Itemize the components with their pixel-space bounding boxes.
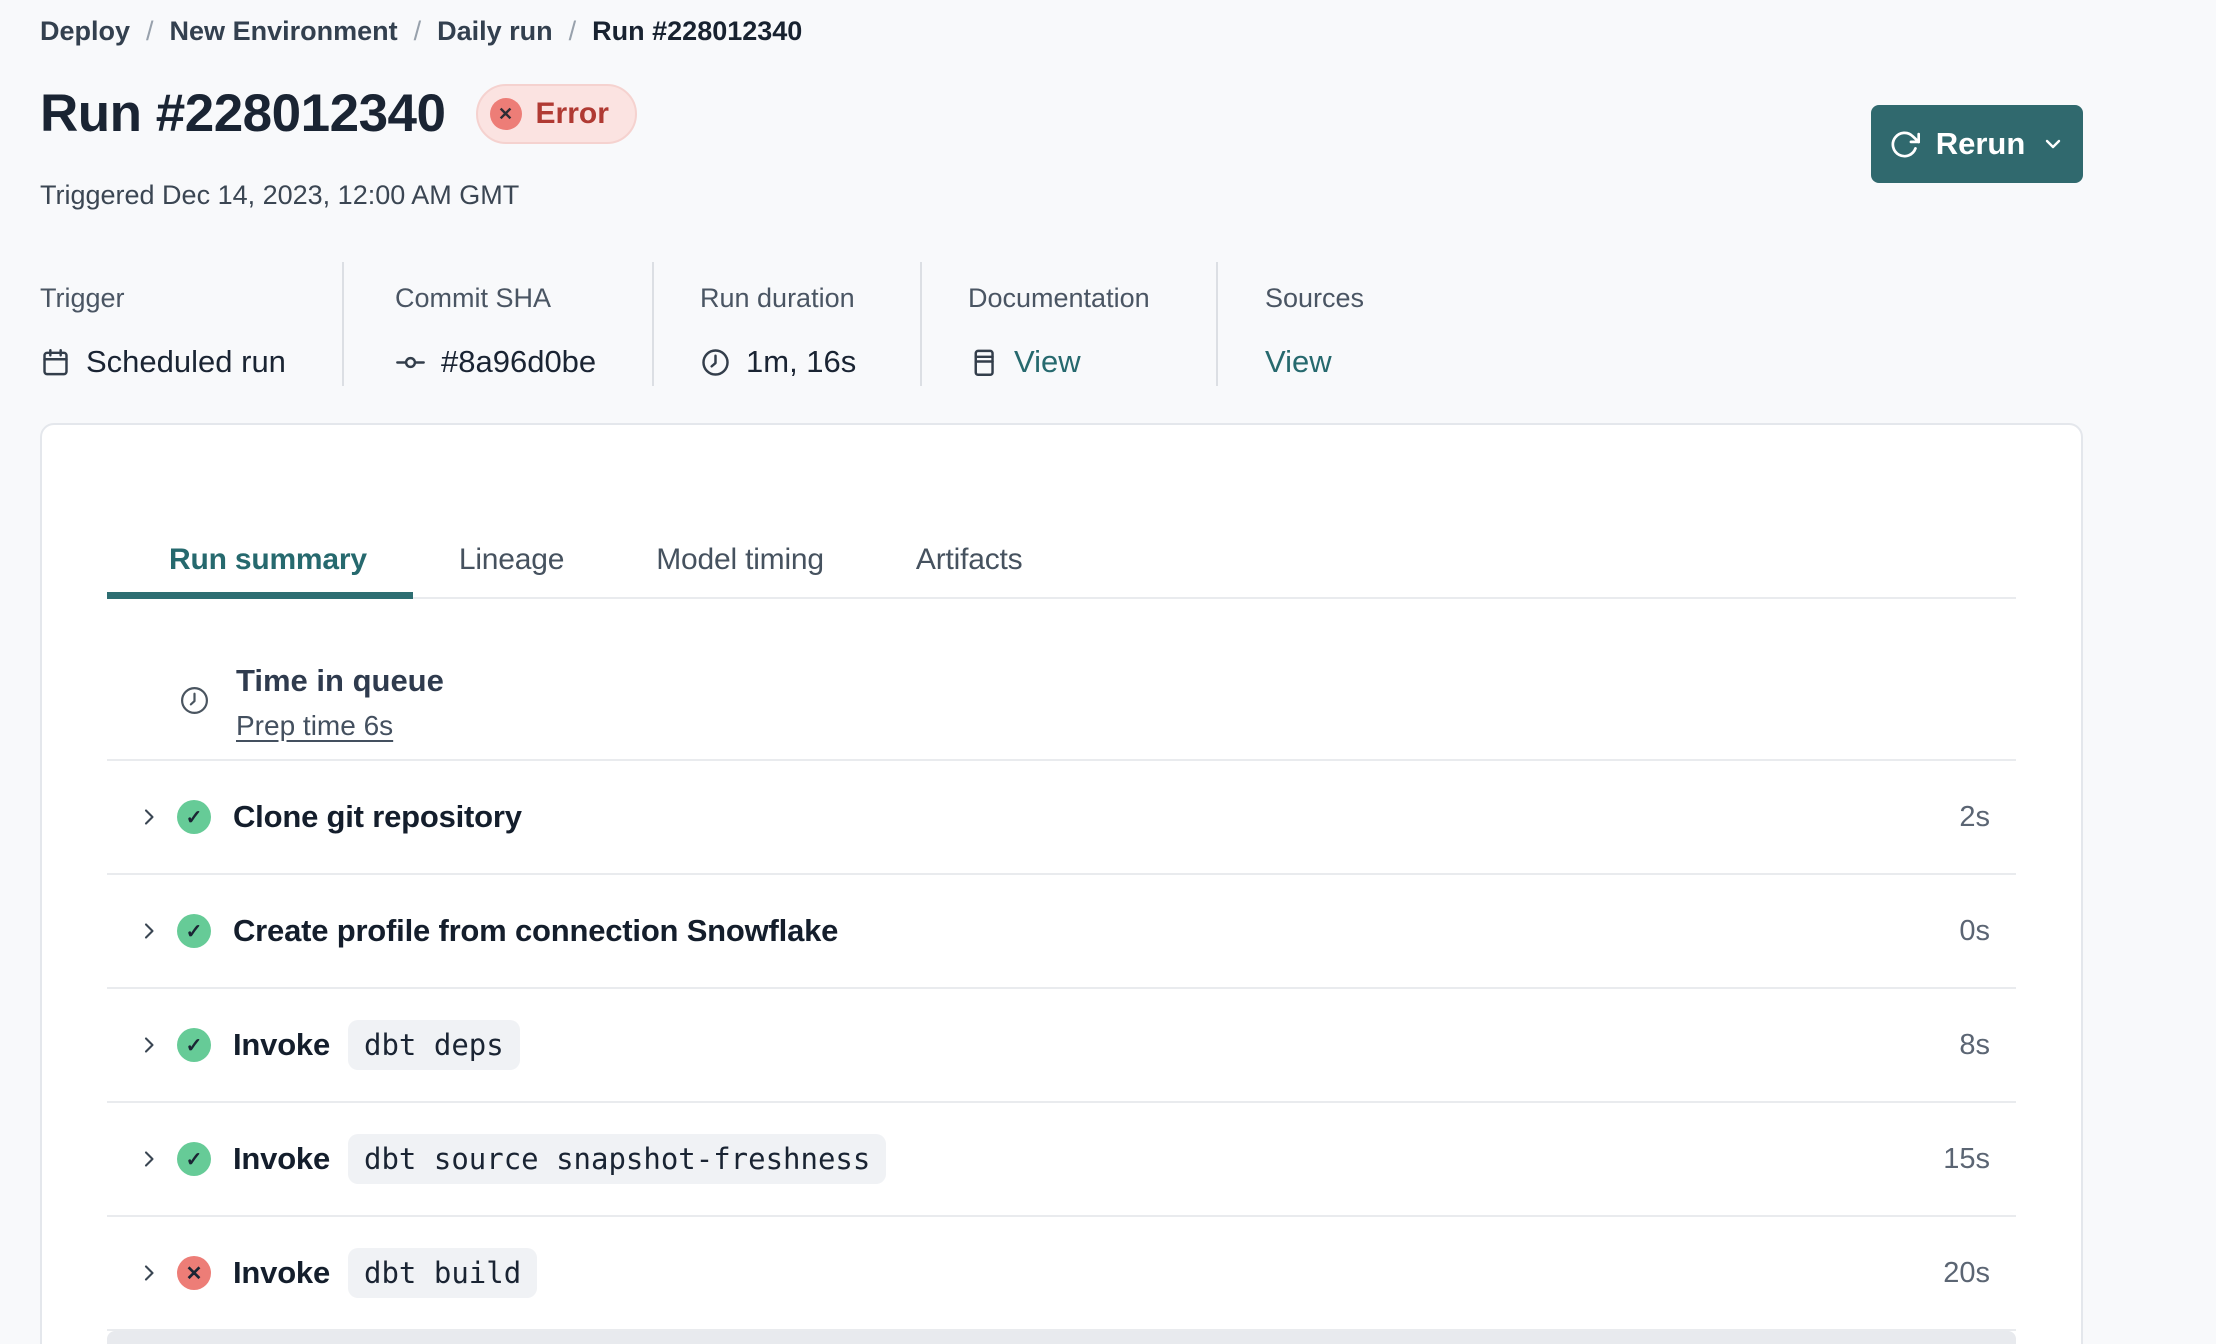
step-row-dbt-source-freshness[interactable]: Invoke dbt source snapshot-freshness 15s (107, 1103, 2016, 1217)
step-label: Clone git repository (233, 799, 522, 834)
step-duration: 8s (1959, 1028, 1990, 1061)
tab-bar: Run summary Lineage Model timing Artifac… (107, 543, 2016, 599)
tab-lineage[interactable]: Lineage (413, 543, 610, 597)
clock-icon (181, 687, 208, 714)
step-row-create-profile[interactable]: Create profile from connection Snowflake… (107, 875, 2016, 989)
meta-trigger: Trigger Scheduled run (40, 262, 342, 386)
step-command-chip: dbt build (348, 1248, 538, 1298)
run-detail-page: Deploy / New Environment / Daily run / R… (0, 0, 2216, 1344)
meta-documentation-label: Documentation (968, 283, 1150, 313)
breadcrumb-current-run: Run #228012340 (592, 16, 803, 46)
title-row: Run #228012340 Error (40, 84, 637, 144)
step-label: Invoke (233, 1255, 331, 1290)
step-duration: 0s (1959, 914, 1990, 947)
document-icon (974, 349, 994, 376)
step-label: Invoke (233, 1141, 331, 1176)
meta-trigger-label: Trigger (40, 283, 125, 313)
step-row-clone-git[interactable]: Clone git repository 2s (107, 761, 2016, 875)
step-label: Invoke (233, 1027, 331, 1062)
rerun-button-label: Rerun (1935, 126, 2026, 161)
step-duration: 20s (1943, 1256, 1990, 1289)
breadcrumb-separator: / (413, 16, 422, 46)
run-meta-row: Trigger Scheduled run Commit SHA #8a96d0… (40, 262, 1536, 386)
meta-commit-sha: Commit SHA #8a96d0be (342, 262, 652, 386)
chevron-right-icon[interactable] (137, 918, 161, 944)
run-summary-card: Run summary Lineage Model timing Artifac… (40, 423, 2083, 1344)
check-circle-icon (177, 1142, 211, 1176)
breadcrumb-job[interactable]: Daily run (437, 16, 553, 47)
page-title: Run #228012340 (40, 83, 446, 143)
chevron-right-icon[interactable] (137, 1260, 161, 1286)
calendar-icon (43, 348, 68, 375)
meta-documentation: Documentation View (920, 262, 1216, 386)
step-row-dbt-deps[interactable]: Invoke dbt deps 8s (107, 989, 2016, 1103)
breadcrumb-environment[interactable]: New Environment (170, 16, 398, 47)
chevron-right-icon[interactable] (137, 1146, 161, 1172)
error-x-icon (489, 98, 522, 130)
step-row-dbt-build[interactable]: Invoke dbt build 20s (107, 1217, 2016, 1331)
meta-commit-value: #8a96d0be (441, 344, 597, 379)
breadcrumb-deploy[interactable]: Deploy (40, 16, 130, 47)
meta-duration-value: 1m, 16s (746, 344, 857, 379)
tab-artifacts[interactable]: Artifacts (870, 543, 1069, 597)
meta-sources-label: Sources (1265, 283, 1365, 313)
meta-run-duration: Run duration 1m, 16s (652, 262, 920, 386)
time-in-queue-section: Time in queue Prep time 6s (107, 599, 2016, 761)
clock-icon (702, 348, 729, 376)
step-label: Create profile from connection Snowflake (233, 913, 839, 948)
check-circle-icon (177, 914, 211, 948)
breadcrumb: Deploy / New Environment / Daily run / R… (40, 16, 802, 47)
prep-time-link[interactable]: Prep time 6s (236, 710, 393, 742)
status-badge-label: Error (535, 97, 609, 130)
triggered-timestamp: Triggered Dec 14, 2023, 12:00 AM GMT (40, 180, 520, 210)
step-command-chip: dbt deps (348, 1020, 520, 1070)
tab-model-timing[interactable]: Model timing (610, 543, 870, 597)
meta-commit-label: Commit SHA (395, 283, 552, 313)
chevron-down-icon (2046, 139, 2061, 149)
rerun-button[interactable]: Rerun (1871, 105, 2083, 183)
chevron-right-icon[interactable] (137, 804, 161, 830)
rotate-cw-icon (1891, 131, 1920, 157)
time-in-queue-title: Time in queue (236, 663, 444, 698)
x-circle-icon (177, 1256, 211, 1290)
git-commit-icon (396, 356, 425, 368)
step-duration: 2s (1959, 800, 1990, 833)
meta-trigger-value: Scheduled run (86, 344, 286, 379)
next-section-top-edge (107, 1331, 2016, 1344)
tab-run-summary[interactable]: Run summary (107, 543, 413, 599)
chevron-right-icon[interactable] (137, 1032, 161, 1058)
sources-view-link[interactable]: View (1265, 344, 1332, 380)
documentation-view-link[interactable]: View (1014, 344, 1081, 380)
step-command-chip: dbt source snapshot-freshness (348, 1134, 887, 1184)
check-circle-icon (177, 800, 211, 834)
meta-sources: Sources View (1216, 262, 1536, 386)
check-circle-icon (177, 1028, 211, 1062)
breadcrumb-separator: / (568, 16, 577, 46)
step-duration: 15s (1943, 1142, 1990, 1175)
meta-duration-label: Run duration (700, 283, 855, 313)
status-badge: Error (475, 84, 637, 144)
breadcrumb-separator: / (146, 16, 154, 46)
